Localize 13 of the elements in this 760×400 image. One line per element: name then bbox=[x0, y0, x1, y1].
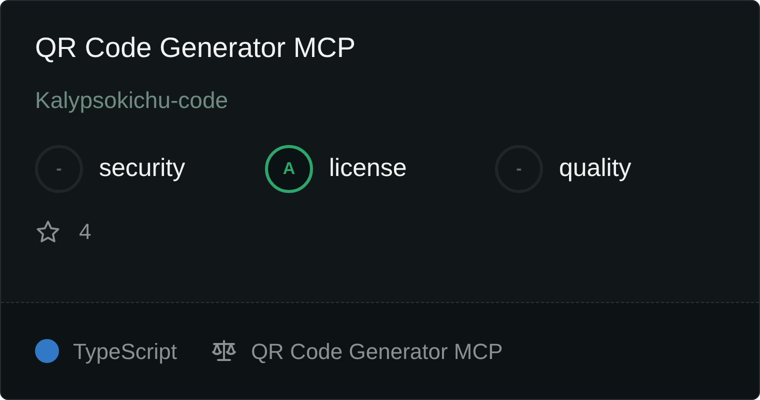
grade-badge: A bbox=[265, 145, 313, 194]
license-name: QR Code Generator MCP bbox=[250, 338, 503, 366]
score-label: security bbox=[99, 153, 186, 184]
star-icon bbox=[35, 218, 61, 245]
score-label: quality bbox=[559, 153, 632, 184]
star-count: 4 bbox=[79, 218, 92, 246]
author-name: Kalypsokichu-code bbox=[35, 86, 230, 115]
language-name: TypeScript bbox=[73, 338, 177, 366]
scale-icon bbox=[210, 339, 237, 363]
server-title: QR Code Generator MCP bbox=[35, 31, 357, 65]
score-label: license bbox=[329, 153, 407, 184]
grade-badge: - bbox=[35, 145, 83, 194]
grade-badge: - bbox=[495, 145, 543, 194]
